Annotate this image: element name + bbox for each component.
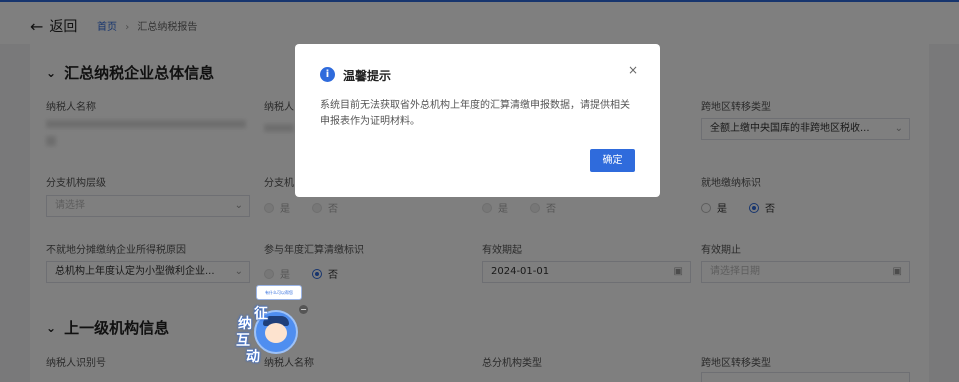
info-icon: i: [320, 67, 335, 82]
confirm-button[interactable]: 确定: [590, 149, 635, 172]
mascot-char-1: 征: [254, 306, 268, 322]
notice-dialog: i 温馨提示 × 系统目前无法获取省外总机构上年度的汇算清缴申报数据，请提供相关…: [295, 44, 660, 197]
dialog-title: 温馨提示: [343, 69, 392, 83]
avatar-face: [265, 323, 287, 343]
close-icon[interactable]: ×: [628, 63, 638, 77]
close-icon[interactable]: −: [299, 305, 308, 314]
mascot-char-4: 动: [246, 349, 260, 365]
assistant-bubble[interactable]: 有什么可以帮您: [256, 285, 302, 300]
dialog-message: 系统目前无法获取省外总机构上年度的汇算清缴申报数据，请提供相关申报表作为证明材料…: [320, 100, 630, 127]
assistant-widget[interactable]: 有什么可以帮您 − 征 纳 互 动: [236, 285, 316, 365]
